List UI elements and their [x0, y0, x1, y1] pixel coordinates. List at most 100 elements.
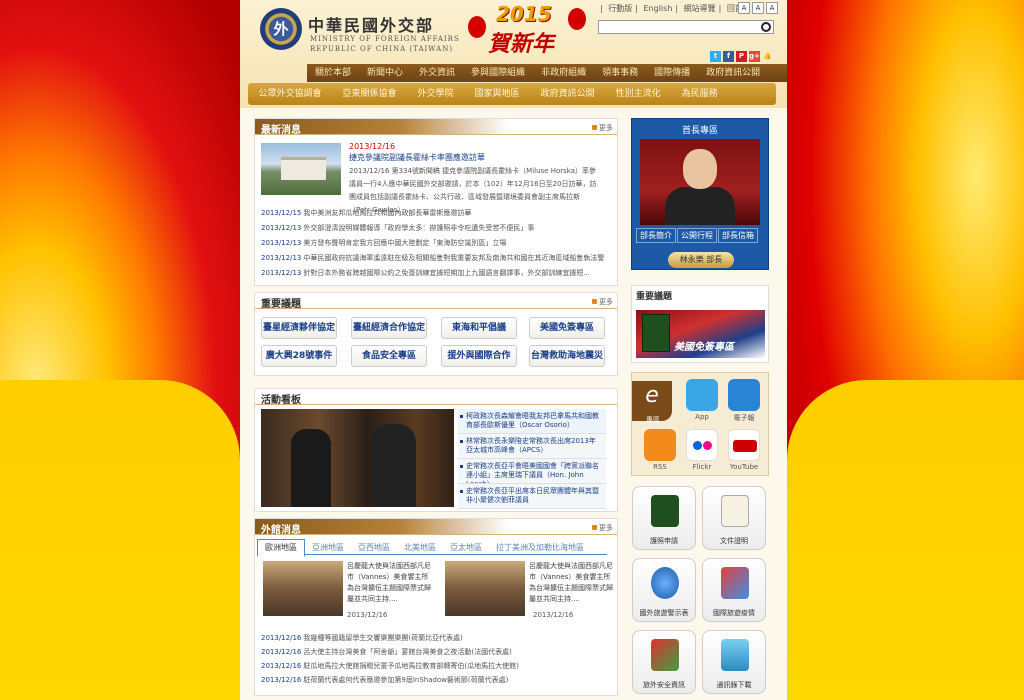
latest-news-more-link[interactable]: 更多 — [592, 123, 613, 133]
list-item[interactable]: 2013/12/15 我中美洲友邦瓜地馬拉共和國內政部長華雷斯應邀訪華 — [261, 206, 605, 221]
flickr-icon[interactable] — [686, 429, 718, 461]
list-item[interactable]: 林常務次長永樂陪史常務次長出席2013年亞太城市高峰會（APCS） — [458, 434, 606, 459]
tab-asia-pacific[interactable]: 亞太地區 — [443, 540, 489, 556]
list-item[interactable]: 2013/12/13 美方發布聲明肯定我方回應中國大陸劃定「東海防空識別區」立場 — [261, 236, 605, 251]
service-passport[interactable]: 護照申請 — [632, 486, 696, 550]
embassy-feature-text[interactable]: 呂慶龍大使與法國西部凡尼市（Vannes）美食饗主所為台灣擴伍主題國際票式歸屬並… — [529, 561, 613, 605]
header: 外 中華民國外交部 MINISTRY OF FOREIGN AFFAIRS RE… — [240, 0, 787, 121]
issue-button[interactable]: 台灣救助海地震災 — [529, 345, 605, 367]
list-item[interactable]: 2013/12/16 呂大使主持台灣美食「阿舍爺」宴館台灣美食之夜活動(法國代表處… — [261, 645, 605, 659]
link-sitemap[interactable]: 網站導覽 — [684, 4, 716, 13]
app-label: App — [695, 413, 709, 421]
list-item[interactable]: 2013/12/16 駐瓜地馬拉大使館捐贈兒童予瓜地馬拉教育部轉寄伯(瓜地馬拉大使… — [261, 659, 605, 673]
flickr-label: Flickr — [692, 463, 712, 471]
visa-waiver-banner-text: 美國免簽專區 — [674, 342, 734, 353]
subnav-gender[interactable]: 性別主流化 — [605, 83, 671, 105]
latest-news-panel: 最新消息 更多 2013/12/16 捷克參議院副議長霍絲卡率團應邀訪華 201… — [254, 118, 618, 286]
site-title[interactable]: 中華民國外交部 — [308, 12, 434, 36]
service-contacts[interactable]: 通訊錄下載 — [702, 630, 766, 694]
twitter-icon[interactable]: t — [710, 51, 721, 62]
search-icon[interactable] — [761, 22, 771, 32]
rss-icon[interactable] — [644, 429, 676, 461]
news-feature-title[interactable]: 捷克參議院副議長霍絲卡率團應邀訪華 — [349, 152, 485, 163]
news-feature-image[interactable] — [261, 143, 341, 195]
link-mobile[interactable]: 行動版 — [608, 4, 632, 13]
issue-button[interactable]: 廣大興28號事件 — [261, 345, 337, 367]
nav-consular[interactable]: 領事事務 — [594, 64, 646, 82]
subnav-countries[interactable]: 國家與地區 — [464, 83, 530, 105]
visa-waiver-banner[interactable]: 美國免簽專區 — [636, 310, 765, 358]
nav-gov-info[interactable]: 政府資訊公開 — [698, 64, 768, 82]
tab-europe[interactable]: 歐洲地區 — [257, 539, 305, 557]
nav-ngo[interactable]: 非政府組織 — [533, 64, 594, 82]
issue-button[interactable]: 東海和平倡議 — [441, 317, 517, 339]
issue-button[interactable]: 援外與國際合作 — [441, 345, 517, 367]
plurk-icon[interactable]: P — [736, 51, 747, 62]
list-item[interactable]: 2013/12/13 外交部澄清說明媒體報導「政府學太多：辦護照非令吃遺失受苦不便… — [261, 221, 605, 236]
rss-label: RSS — [653, 463, 667, 471]
list-item[interactable]: 2013/12/13 中華民國政府抗議海軍遙遠駐在級及相關船隻對我重要友邦及南海共… — [261, 251, 605, 266]
minister-links: 部長簡介 公開行程 部長信箱 — [636, 228, 766, 243]
subnav-service[interactable]: 為民服務 — [671, 83, 728, 105]
nav-about[interactable]: 關於本部 — [307, 64, 359, 82]
issue-button[interactable]: 臺星經濟夥伴協定 — [261, 317, 337, 339]
service-label: 國際旅遊疫情 — [713, 609, 755, 617]
service-travel-alert[interactable]: 國外旅遊警示表 — [632, 558, 696, 622]
minister-photo[interactable] — [640, 139, 760, 225]
tab-north-america[interactable]: 北美地區 — [397, 540, 443, 556]
font-size-icon[interactable]: A — [752, 2, 764, 14]
list-item[interactable]: 史常務次長亞平會晤美國國會「跨黨派聯名連小組」主席里瑞下議員（Hon. John… — [458, 459, 606, 484]
service-label: 護照申請 — [650, 537, 678, 545]
new-year-text: 賀新年 — [488, 31, 555, 57]
nav-intl-comm[interactable]: 國際傳播 — [646, 64, 698, 82]
embassy-news-more-link[interactable]: 更多 — [592, 523, 613, 533]
issue-button[interactable]: 臺紐經濟合作協定 — [351, 317, 427, 339]
subnav-gov-info[interactable]: 政府資訊公開 — [530, 83, 605, 105]
tab-asia[interactable]: 亞洲地區 — [305, 540, 351, 556]
tab-latin-america[interactable]: 拉丁美洲及加勒比海地區 — [489, 540, 591, 556]
subnav-public-diplomacy[interactable]: 公眾外交協調會 — [248, 83, 332, 105]
minister-schedule-link[interactable]: 公開行程 — [677, 228, 717, 243]
youtube-icon[interactable] — [728, 429, 760, 461]
list-item[interactable]: 2013/12/16 我幾種等國籍留學生交響樂團樂團(荷蘭比亞代表處) — [261, 631, 605, 645]
list-item[interactable]: 史常務次長亞平出席本日民眾團體年與其暨非小聚健次劉菲議員 — [458, 484, 606, 509]
list-item[interactable]: 2013/12/16 駐荷蘭代表處何代表應邀參加第9屆InShadow藝術節(荷蘭… — [261, 673, 605, 687]
service-documents[interactable]: 文件證明 — [702, 486, 766, 550]
print-icon[interactable]: A — [738, 2, 750, 14]
search-input[interactable] — [598, 20, 774, 34]
embassy-feature-image[interactable] — [445, 561, 525, 616]
embassy-feature-image[interactable] — [263, 561, 343, 616]
ministry-emblem-icon[interactable]: 外 — [260, 8, 302, 50]
e-service-panel: e 專區 App 電子報 RSS Flickr YouTube — [631, 372, 769, 476]
embassy-feature-text[interactable]: 呂慶龍大使與法國西部凡尼市（Vannes）美食饗主所為台灣擴伍主題國際票式歸屬並… — [347, 561, 431, 605]
issue-button[interactable]: 食品安全專區 — [351, 345, 427, 367]
lantern-icon — [468, 16, 486, 38]
minister-mailbox-link[interactable]: 部長信箱 — [718, 228, 758, 243]
subnav-east-asia[interactable]: 亞東關係協會 — [332, 83, 407, 105]
list-item[interactable]: 2013/12/13 針對日本外務省跨越國際公約之免簽訓練宜據短期加上九國語言翻譯… — [261, 266, 605, 281]
e-service-logo-icon: e 專區 — [632, 381, 672, 424]
google-plus-icon[interactable]: g+ — [749, 51, 760, 62]
nav-diplomacy[interactable]: 外交資訊 — [411, 64, 463, 82]
issue-button[interactable]: 美國免簽專區 — [529, 317, 605, 339]
link-english[interactable]: English — [644, 4, 673, 13]
service-safety[interactable]: 旅外安全資訊 — [632, 630, 696, 694]
issues-more-link[interactable]: 更多 — [592, 297, 613, 307]
minister-profile-link[interactable]: 部長簡介 — [636, 228, 676, 243]
list-item[interactable]: 柯政務次長森耀會晤我友邦巴拿馬共和國教育部長歐斯優里（Oscar Osorio） — [458, 409, 606, 434]
nav-intl-org[interactable]: 參與國際組織 — [463, 64, 533, 82]
tab-west-asia[interactable]: 亞西地區 — [351, 540, 397, 556]
newsletter-label: 電子報 — [733, 414, 755, 422]
globe-icon — [651, 567, 679, 599]
subnav-institute[interactable]: 外交學院 — [407, 83, 464, 105]
passport-icon — [642, 314, 670, 352]
share-icon[interactable]: A — [766, 2, 778, 14]
service-epidemic[interactable]: 國際旅遊疫情 — [702, 558, 766, 622]
event-image[interactable] — [261, 409, 454, 507]
mail-icon[interactable] — [728, 379, 760, 411]
like-icon[interactable]: 👍 — [762, 51, 773, 62]
nav-news[interactable]: 新聞中心 — [359, 64, 411, 82]
facebook-icon[interactable]: f — [723, 51, 734, 62]
people-network-icon — [721, 567, 749, 599]
app-icon[interactable] — [686, 379, 718, 411]
